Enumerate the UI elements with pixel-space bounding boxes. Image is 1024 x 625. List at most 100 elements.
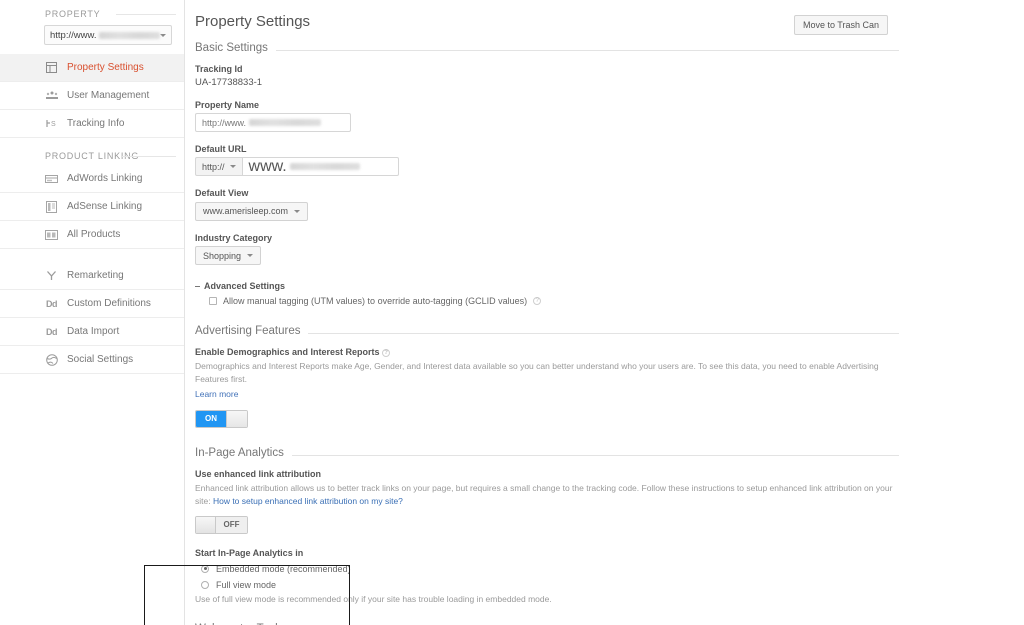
demographics-description: Demographics and Interest Reports make A… — [195, 361, 879, 385]
svg-text:S: S — [51, 121, 56, 128]
property-settings-page: PROPERTY http://www. Property Settings U… — [0, 0, 1024, 625]
chevron-down-icon — [247, 254, 254, 257]
industry-category-label: Industry Category — [195, 232, 273, 243]
remarketing-icon — [45, 269, 58, 282]
sidebar-item-adwords-linking[interactable]: AdWords Linking — [0, 165, 184, 193]
sidebar-item-label: User Management — [67, 90, 150, 101]
sidebar-item-label: Tracking Info — [67, 118, 125, 129]
advanced-settings-toggle[interactable]: Advanced Settings — [195, 281, 1024, 291]
chevron-down-icon — [229, 165, 236, 168]
default-url-protocol-dropdown[interactable]: http:// — [195, 157, 243, 176]
property-name-input[interactable]: http://www. — [195, 113, 351, 132]
industry-category-value: Shopping — [203, 250, 242, 261]
full-view-note: Use of full view mode is recommended onl… — [195, 593, 552, 604]
radio-label: Embedded mode (recommended) — [216, 563, 351, 574]
radio-embedded-mode[interactable]: Embedded mode (recommended) — [201, 564, 1024, 574]
sidebar-item-custom-definitions[interactable]: Dd Custom Definitions — [0, 290, 184, 318]
redacted-property-name — [99, 31, 160, 39]
all-products-icon — [45, 228, 58, 241]
dd-icon: Dd — [46, 298, 58, 309]
property-name-label: Property Name — [195, 100, 260, 110]
toggle-knob — [226, 410, 247, 427]
default-url-label: Default URL — [195, 144, 247, 154]
radio-button[interactable] — [201, 580, 209, 589]
enable-demographics-label: Enable Demographics and Interest Reports… — [195, 347, 1024, 357]
toggle-on-label: ON — [196, 410, 226, 427]
section-rule — [122, 156, 176, 157]
redacted-property-name-value — [249, 119, 322, 126]
sidebar-item-label: AdWords Linking — [67, 173, 143, 184]
sidebar-item-adsense-linking[interactable]: AdSense Linking — [0, 193, 184, 221]
sidebar-item-property-settings[interactable]: Property Settings — [0, 54, 184, 82]
product-linking-section-header: PRODUCT LINKING — [0, 138, 184, 165]
sidebar-item-remarketing[interactable]: Remarketing — [0, 262, 184, 290]
sidebar-item-label: Remarketing — [67, 270, 124, 281]
property-name-value: http://www. — [202, 117, 247, 128]
move-to-trash-button[interactable]: Move to Trash Can — [793, 15, 888, 35]
sidebar-item-label: Data Import — [67, 326, 120, 337]
default-url-row: http:// www. — [195, 157, 399, 176]
sidebar-item-user-management[interactable]: User Management — [0, 82, 184, 110]
manual-tagging-checkbox[interactable] — [209, 297, 217, 305]
learn-more-link[interactable]: Learn more — [195, 388, 1024, 401]
in-page-analytics-title: In-Page Analytics — [195, 446, 292, 459]
section-rule — [116, 14, 176, 15]
page-title: Property Settings — [195, 13, 311, 30]
collapse-icon — [195, 285, 200, 287]
settings-body: Basic Settings Tracking Id UA-17738833-1… — [195, 42, 1024, 625]
social-settings-icon — [45, 353, 58, 366]
enable-demographics-text: Enable Demographics and Interest Reports — [195, 347, 380, 357]
sidebar-item-data-import[interactable]: Dd Data Import — [0, 318, 184, 346]
sidebar-item-all-products[interactable]: All Products — [0, 221, 184, 249]
default-url-host-input[interactable]: www. — [242, 157, 399, 176]
property-selector-value: http://www. — [50, 29, 97, 41]
default-view-dropdown[interactable]: www.amerisleep.com — [195, 201, 309, 221]
enhanced-link-howto-link[interactable]: How to setup enhanced link attribution o… — [213, 496, 403, 506]
chevron-down-icon — [160, 33, 166, 37]
sidebar-item-label: Property Settings — [67, 62, 144, 73]
default-view-label: Default View — [195, 188, 249, 198]
basic-settings-title: Basic Settings — [195, 42, 276, 54]
enhanced-link-description: Enhanced link attribution allows us to b… — [195, 482, 1024, 508]
property-selector-dropdown[interactable]: http://www. — [44, 25, 172, 45]
sidebar: PROPERTY http://www. Property Settings U… — [0, 0, 184, 625]
enhanced-link-toggle[interactable]: OFF — [195, 515, 248, 534]
sidebar-item-label: All Products — [67, 229, 121, 240]
advertising-features-title: Advertising Features — [195, 325, 309, 337]
radio-button[interactable] — [201, 564, 209, 573]
advertising-features-header: Advertising Features — [195, 325, 1024, 337]
adsense-linking-icon — [45, 200, 58, 213]
help-icon[interactable]: ? — [382, 348, 391, 357]
help-icon[interactable]: ? — [533, 297, 542, 305]
property-settings-icon — [45, 61, 58, 74]
default-url-host-value: www. — [248, 157, 287, 175]
manual-tagging-label: Allow manual tagging (UTM values) to ove… — [223, 296, 528, 306]
sidebar-item-label: Social Settings — [67, 354, 134, 365]
sidebar-item-label: AdSense Linking — [67, 201, 143, 212]
default-url-protocol-value: http:// — [202, 161, 225, 172]
tracking-info-icon: S — [45, 117, 58, 130]
in-page-analytics-header: In-Page Analytics — [195, 446, 1024, 459]
industry-category-dropdown[interactable]: Shopping — [195, 246, 262, 265]
sidebar-item-tracking-info[interactable]: S Tracking Info — [0, 110, 184, 138]
redacted-url-host — [289, 163, 360, 170]
toggle-knob — [196, 516, 216, 533]
basic-settings-header: Basic Settings — [195, 42, 1024, 54]
tracking-id-value: UA-17738833-1 — [195, 77, 263, 88]
property-section-header: PROPERTY — [0, 0, 184, 23]
radio-full-view-mode[interactable]: Full view mode — [201, 580, 1024, 590]
tracking-id-label: Tracking Id — [195, 64, 243, 74]
dd-icon: Dd — [46, 326, 58, 337]
enhanced-link-label: Use enhanced link attribution — [195, 468, 322, 479]
demographics-toggle[interactable]: ON — [195, 409, 248, 428]
property-section-label: PROPERTY — [45, 9, 101, 19]
default-view-value: www.amerisleep.com — [203, 206, 289, 216]
sidebar-item-social-settings[interactable]: Social Settings — [0, 346, 184, 374]
adwords-linking-icon — [45, 172, 58, 185]
chevron-down-icon — [294, 209, 301, 213]
toggle-off-label: OFF — [216, 516, 247, 533]
radio-label: Full view mode — [216, 579, 277, 590]
main-content: Property Settings Move to Trash Can Basi… — [184, 0, 1024, 625]
advanced-settings-label: Advanced Settings — [204, 281, 286, 291]
